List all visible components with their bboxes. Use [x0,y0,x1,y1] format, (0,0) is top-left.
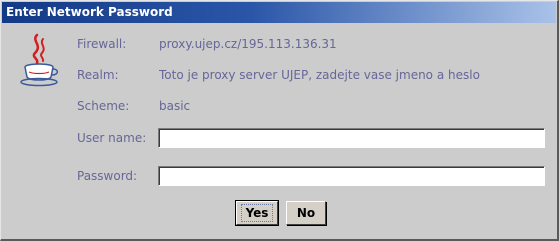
username-label: User name: [77,131,147,145]
no-button[interactable]: No [286,201,326,225]
scheme-label: Scheme: [77,99,130,113]
yes-button[interactable]: Yes [235,200,279,226]
firewall-value: proxy.ujep.cz/195.113.136.31 [159,37,337,51]
password-label: Password: [77,169,138,183]
java-coffee-cup-icon [20,33,59,87]
network-password-dialog: Enter Network Password Firewall: proxy.u… [0,0,559,241]
password-input[interactable] [158,166,545,186]
firewall-label: Firewall: [77,37,127,51]
username-input[interactable] [158,128,545,148]
realm-label: Realm: [77,68,119,82]
dialog-content: Firewall: proxy.ujep.cz/195.113.136.31 R… [3,23,556,238]
scheme-value: basic [159,99,191,113]
window-title[interactable]: Enter Network Password [2,2,556,23]
realm-value: Toto je proxy server UJEP, zadejte vase … [159,68,480,82]
yes-button-label: Yes [240,204,274,222]
